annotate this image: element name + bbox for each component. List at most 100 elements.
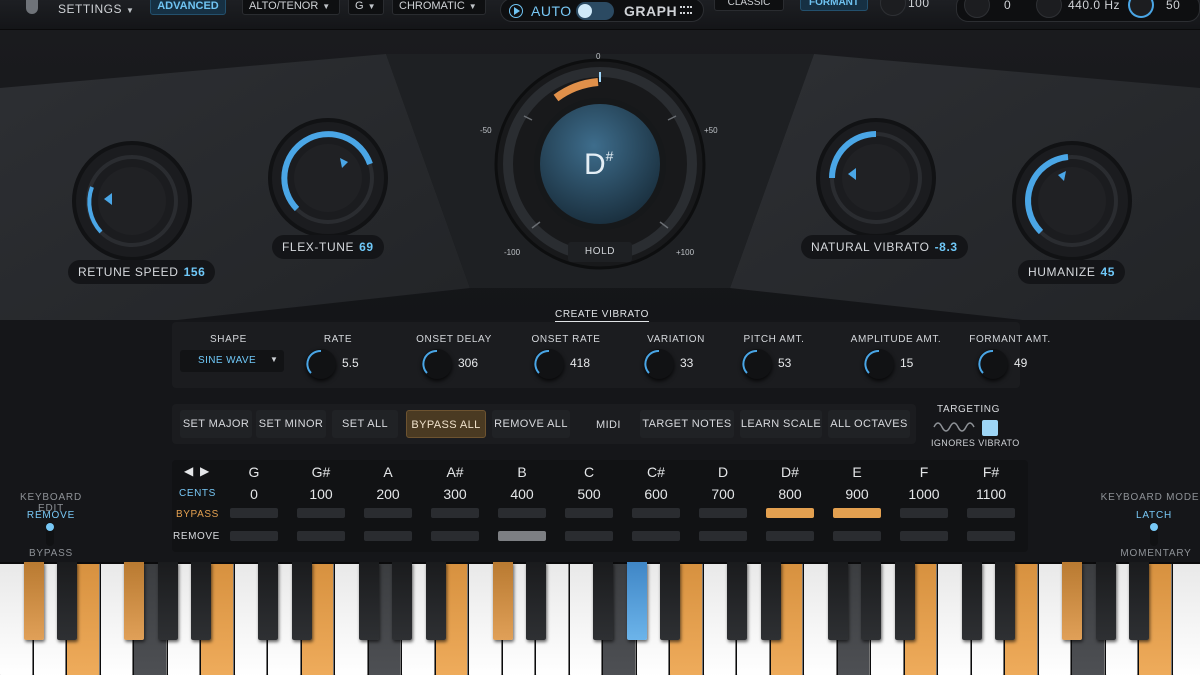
advanced-mode-button[interactable]: ADVANCED xyxy=(150,0,226,15)
bypass-toggle[interactable] xyxy=(833,508,881,518)
retune-speed-ring xyxy=(72,141,192,261)
piano-keyboard[interactable] xyxy=(0,562,1200,675)
flex-tune-knob[interactable] xyxy=(262,112,394,244)
note-cents: 100 xyxy=(309,486,333,502)
bypass-toggle[interactable] xyxy=(498,508,546,518)
shape-select[interactable]: SINE WAVE ▼ xyxy=(180,350,284,372)
top-bar: SETTINGS ▼ ADVANCED ALTO/TENOR ▼ G ▼ CHROMA… xyxy=(0,0,1200,30)
scale-plus-50: +50 xyxy=(704,126,718,135)
remove-toggle[interactable] xyxy=(431,531,479,541)
black-key[interactable] xyxy=(526,562,546,640)
black-key[interactable] xyxy=(660,562,680,640)
black-key[interactable] xyxy=(961,562,982,640)
vibrato-param-knob[interactable] xyxy=(306,349,336,379)
vibrato-param-knob[interactable] xyxy=(422,349,452,379)
key-select[interactable]: G ▼ xyxy=(348,0,384,15)
formant-button[interactable]: FORMANT xyxy=(800,0,868,11)
vibrato-param-knob[interactable] xyxy=(534,349,564,379)
target-notes-button[interactable]: TARGET NOTES xyxy=(640,410,734,438)
targeting-label: TARGETING xyxy=(937,404,1000,415)
pitch-meter: D# 0 -50 +50 -100 +100 HOLD xyxy=(480,50,720,270)
targeting-toggle[interactable] xyxy=(982,420,998,436)
bypass-toggle[interactable] xyxy=(230,508,278,518)
formant-knob[interactable] xyxy=(880,0,906,16)
remove-toggle[interactable] xyxy=(565,531,613,541)
keyboard-edit-switch[interactable] xyxy=(46,522,54,546)
natural-vibrato-knob[interactable] xyxy=(810,112,942,244)
all-octaves-button[interactable]: ALL OCTAVES xyxy=(828,410,910,438)
flex-tune-label-box: FLEX-TUNE 69 xyxy=(272,235,384,259)
black-key[interactable] xyxy=(894,562,915,640)
set-all-button[interactable]: SET ALL xyxy=(332,410,398,438)
mode-toggle[interactable] xyxy=(576,2,614,20)
voice-type-select[interactable]: ALTO/TENOR ▼ xyxy=(242,0,340,15)
remove-toggle[interactable] xyxy=(632,531,680,541)
bypass-toggle[interactable] xyxy=(699,508,747,518)
black-key[interactable] xyxy=(1062,562,1082,640)
black-key[interactable] xyxy=(760,562,781,640)
remove-toggle[interactable] xyxy=(833,531,881,541)
classic-button[interactable]: CLASSIC xyxy=(714,0,784,11)
arrow-left-icon[interactable]: ◀ xyxy=(184,464,193,478)
bypass-all-button[interactable]: BYPASS ALL xyxy=(406,410,486,438)
bypass-toggle[interactable] xyxy=(900,508,948,518)
black-key[interactable] xyxy=(727,562,747,640)
bypass-toggle[interactable] xyxy=(565,508,613,518)
humanize-knob[interactable] xyxy=(1006,135,1138,267)
black-key[interactable] xyxy=(358,562,379,640)
bypass-toggle[interactable] xyxy=(431,508,479,518)
scale-select[interactable]: CHROMATIC ▼ xyxy=(392,0,486,15)
remove-toggle[interactable] xyxy=(297,531,345,541)
bypass-toggle[interactable] xyxy=(297,508,345,518)
vibrato-param-knob[interactable] xyxy=(644,349,674,379)
white-key[interactable] xyxy=(1172,564,1200,675)
black-key[interactable] xyxy=(425,562,446,640)
remove-toggle[interactable] xyxy=(967,531,1015,541)
black-key[interactable] xyxy=(593,562,613,640)
remove-toggle[interactable] xyxy=(766,531,814,541)
vibrato-param-label: FORMANT AMT. xyxy=(969,334,1051,345)
remove-toggle[interactable] xyxy=(364,531,412,541)
settings-menu[interactable]: SETTINGS ▼ xyxy=(58,2,134,16)
keyboard-mode-switch[interactable] xyxy=(1150,522,1158,546)
bypass-toggle[interactable] xyxy=(967,508,1015,518)
black-key[interactable] xyxy=(258,562,278,640)
learn-scale-button[interactable]: LEARN SCALE xyxy=(740,410,822,438)
black-key[interactable] xyxy=(191,562,211,640)
remove-all-button[interactable]: REMOVE ALL xyxy=(492,410,570,438)
black-key[interactable] xyxy=(1129,562,1149,640)
black-key[interactable] xyxy=(23,562,44,640)
black-key[interactable] xyxy=(492,562,513,640)
note-name: G xyxy=(248,464,260,480)
black-key[interactable] xyxy=(1095,562,1116,640)
remove-toggle[interactable] xyxy=(900,531,948,541)
remove-toggle[interactable] xyxy=(498,531,546,541)
black-key[interactable] xyxy=(157,562,178,640)
black-key[interactable] xyxy=(57,562,77,640)
set-major-button[interactable]: SET MAJOR xyxy=(180,410,252,438)
vibrato-param-knob[interactable] xyxy=(742,349,772,379)
bypass-toggle[interactable] xyxy=(632,508,680,518)
hold-button[interactable]: HOLD xyxy=(568,242,632,262)
vibrato-param-knob[interactable] xyxy=(978,349,1008,379)
remove-toggle[interactable] xyxy=(699,531,747,541)
formant-value: 100 xyxy=(908,0,930,10)
chevron-down-icon: ▼ xyxy=(367,2,376,11)
bypass-toggle[interactable] xyxy=(766,508,814,518)
arrow-right-icon[interactable]: ▶ xyxy=(200,464,209,478)
black-key[interactable] xyxy=(626,562,647,640)
black-key[interactable] xyxy=(827,562,848,640)
remove-toggle[interactable] xyxy=(230,531,278,541)
black-key[interactable] xyxy=(392,562,412,640)
set-minor-button[interactable]: SET MINOR xyxy=(256,410,326,438)
vibrato-param-knob[interactable] xyxy=(864,349,894,379)
black-key[interactable] xyxy=(124,562,144,640)
black-key[interactable] xyxy=(291,562,312,640)
toggle-thumb xyxy=(578,4,592,18)
retune-speed-knob[interactable] xyxy=(66,135,198,267)
cents-label: CENTS xyxy=(179,488,216,499)
bypass-toggle[interactable] xyxy=(364,508,412,518)
note-name: C xyxy=(583,464,595,480)
black-key[interactable] xyxy=(861,562,881,640)
black-key[interactable] xyxy=(995,562,1015,640)
